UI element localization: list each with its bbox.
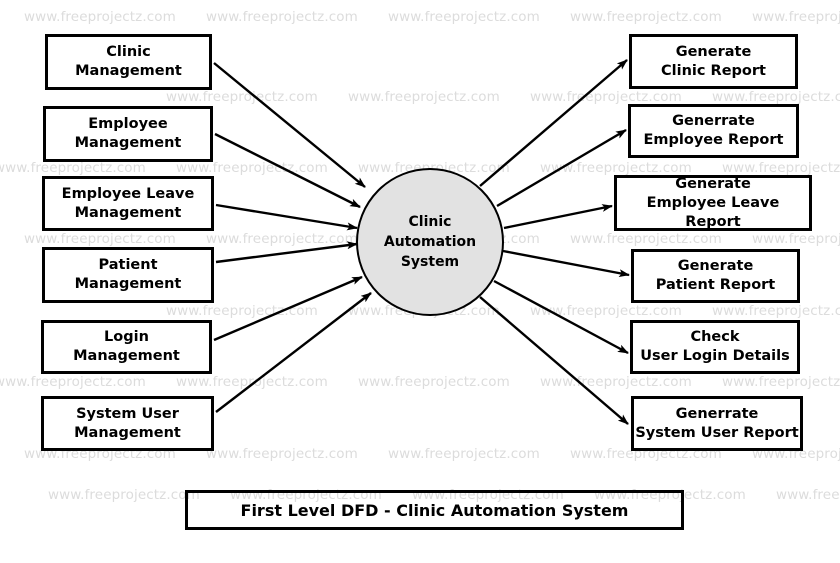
input-entity-employee-management[interactable]: Employee Management bbox=[43, 106, 213, 162]
input-entity-login-management[interactable]: Login Management bbox=[41, 320, 212, 374]
output-entity-generate-clinic-report[interactable]: Generate Clinic Report bbox=[629, 34, 798, 89]
entity-label: Patient Management bbox=[74, 257, 182, 292]
input-entity-clinic-management[interactable]: Clinic Management bbox=[45, 34, 212, 90]
entity-label: Clinic Management bbox=[75, 44, 182, 79]
output-entity-check-user-login-details[interactable]: Check User Login Details bbox=[630, 320, 800, 374]
diagram-nodes-layer: Clinic Automation System First Level DFD… bbox=[0, 0, 840, 563]
output-entity-generate-patient-report[interactable]: Generate Patient Report bbox=[631, 249, 800, 303]
entity-label: Employee Management bbox=[74, 116, 182, 151]
entity-label: System User Management bbox=[74, 405, 181, 441]
entity-label: Generate Clinic Report bbox=[661, 43, 766, 79]
output-entity-generate-employee-report[interactable]: Generrate Employee Report bbox=[628, 104, 799, 158]
input-entity-employee-leave-management[interactable]: Employee Leave Management bbox=[42, 176, 214, 231]
entity-label: Generrate Employee Report bbox=[643, 113, 784, 148]
process-clinic-automation-system[interactable]: Clinic Automation System bbox=[356, 168, 504, 316]
diagram-caption-box: First Level DFD - Clinic Automation Syst… bbox=[185, 490, 684, 530]
entity-label: Generrate System User Report bbox=[635, 405, 799, 441]
output-entity-generate-employee-leave-report[interactable]: Generate Employee Leave Report bbox=[614, 175, 812, 231]
entity-label: Login Management bbox=[73, 329, 180, 364]
process-label: Clinic Automation System bbox=[383, 214, 477, 270]
input-entity-system-user-management[interactable]: System User Management bbox=[41, 396, 214, 451]
input-entity-patient-management[interactable]: Patient Management bbox=[42, 247, 214, 303]
entity-label: Check User Login Details bbox=[640, 329, 790, 364]
entity-label: Employee Leave Management bbox=[61, 185, 195, 221]
entity-label: Generate Patient Report bbox=[655, 258, 776, 293]
entity-label: Generate Employee Leave Report bbox=[646, 175, 780, 230]
output-entity-generate-system-user-report[interactable]: Generrate System User Report bbox=[631, 396, 803, 451]
diagram-caption-label: First Level DFD - Clinic Automation Syst… bbox=[240, 500, 629, 520]
dfd-diagram-canvas: www.freeprojectz.com www.freeprojectz.com… bbox=[0, 0, 840, 563]
